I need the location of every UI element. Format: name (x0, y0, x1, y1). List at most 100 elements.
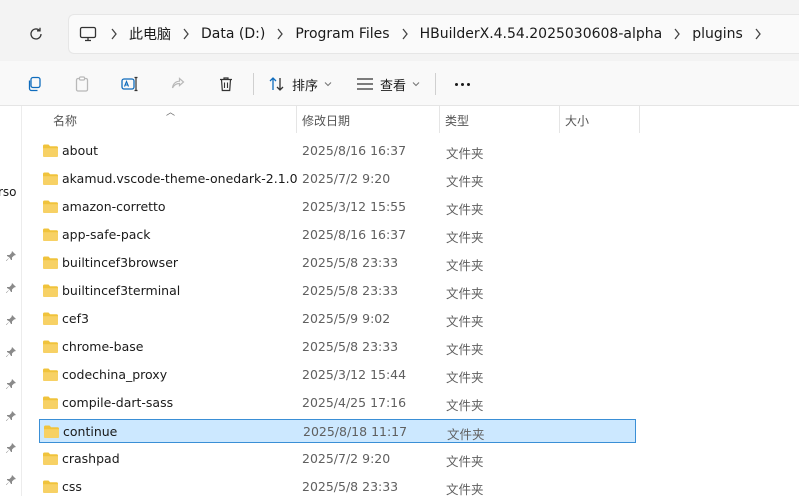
paste-button[interactable] (68, 70, 96, 98)
file-modified-date: 2025/3/12 15:55 (302, 199, 407, 214)
chevron-right-icon[interactable] (662, 24, 692, 44)
navigation-pane[interactable]: rso (0, 106, 22, 496)
chevron-right-icon[interactable] (171, 24, 201, 44)
folder-icon (43, 144, 58, 157)
breadcrumb-item-this-pc[interactable]: 此电脑 (129, 24, 171, 44)
file-type: 文件夹 (447, 427, 485, 442)
toolbar-divider (435, 73, 436, 95)
pin-icon[interactable] (5, 410, 17, 422)
pin-icon[interactable] (5, 346, 17, 358)
trash-icon (220, 77, 232, 92)
table-row[interactable]: crashpad 2025/7/2 9:20 文件夹 (39, 447, 636, 471)
folder-icon (43, 200, 58, 213)
table-row[interactable]: builtincef3terminal 2025/5/8 23:33 文件夹 (39, 279, 636, 303)
column-header-type[interactable]: 类型 (445, 112, 469, 129)
file-modified-date: 2025/5/8 23:33 (302, 339, 399, 354)
file-type: 文件夹 (446, 146, 484, 161)
file-name: amazon-corretto (62, 199, 166, 214)
file-modified-date: 2025/4/25 17:16 (302, 395, 407, 410)
file-modified-date: 2025/5/8 23:33 (302, 479, 399, 494)
chevron-right-icon[interactable] (390, 24, 420, 44)
file-type: 文件夹 (446, 342, 484, 357)
nav-item-label[interactable]: rso (0, 185, 17, 199)
file-type: 文件夹 (446, 174, 484, 189)
file-name: continue (63, 424, 118, 439)
pin-icon[interactable] (5, 378, 17, 390)
breadcrumb-item-program-files[interactable]: Program Files (295, 26, 389, 42)
rename-icon (121, 76, 138, 92)
breadcrumb-item-hbuilderx[interactable]: HBuilderX.4.54.2025030608-alpha (420, 26, 663, 42)
folder-icon (43, 284, 58, 297)
table-row[interactable]: css 2025/5/8 23:33 文件夹 (39, 475, 636, 496)
share-icon (171, 77, 185, 89)
file-type: 文件夹 (446, 398, 484, 413)
table-row[interactable]: akamud.vscode-theme-onedark-2.1.0 2025/7/… (39, 167, 636, 191)
file-modified-date: 2025/3/12 15:44 (302, 367, 407, 382)
view-list-icon (357, 78, 373, 90)
address-bar-area: 此电脑 Data (D:) Program Files HBuilderX.4.… (0, 0, 799, 61)
table-row[interactable]: codechina_proxy 2025/3/12 15:44 文件夹 (39, 363, 636, 387)
folder-icon (43, 228, 58, 241)
table-row-selected[interactable]: continue 2025/8/18 11:17 文件夹 (39, 419, 636, 443)
file-modified-date: 2025/5/9 9:02 (302, 311, 391, 326)
file-name: crashpad (62, 451, 120, 466)
table-row[interactable]: chrome-base 2025/5/8 23:33 文件夹 (39, 335, 636, 359)
refresh-icon (30, 27, 42, 40)
sort-label: 排序 (292, 78, 319, 94)
column-header-name[interactable]: 名称 (53, 112, 77, 129)
pin-icon[interactable] (5, 474, 17, 486)
file-list[interactable]: ︿ 名称 修改日期 类型 大小 about 2025/8/16 16:37 文件夹 a… (22, 106, 799, 496)
table-row[interactable]: compile-dart-sass 2025/4/25 17:16 文件夹 (39, 391, 636, 415)
file-name: chrome-base (62, 339, 144, 354)
table-row[interactable]: amazon-corretto 2025/3/12 15:55 文件夹 (39, 195, 636, 219)
file-type: 文件夹 (446, 370, 484, 385)
rename-button[interactable] (116, 70, 144, 98)
pin-icon[interactable] (5, 250, 17, 262)
file-name: codechina_proxy (62, 367, 168, 382)
pin-icon[interactable] (5, 442, 17, 454)
breadcrumb-item-data-drive[interactable]: Data (D:) (201, 26, 265, 42)
chevron-right-icon[interactable] (265, 24, 295, 44)
breadcrumb[interactable]: 此电脑 Data (D:) Program Files HBuilderX.4.… (68, 14, 799, 54)
file-modified-date: 2025/5/8 23:33 (302, 255, 399, 270)
file-modified-date: 2025/5/8 23:33 (302, 283, 399, 298)
chevron-right-icon[interactable] (99, 24, 129, 44)
table-row[interactable]: cef3 2025/5/9 9:02 文件夹 (39, 307, 636, 331)
file-name: about (62, 143, 99, 158)
folder-icon (43, 452, 58, 465)
copy-button[interactable] (20, 70, 48, 98)
column-separator[interactable] (439, 106, 440, 133)
file-type: 文件夹 (446, 482, 484, 496)
table-row[interactable]: app-safe-pack 2025/8/16 16:37 文件夹 (39, 223, 636, 247)
pin-icon[interactable] (5, 314, 17, 326)
folder-icon (43, 396, 58, 409)
column-separator[interactable] (296, 106, 297, 133)
table-row[interactable]: builtincef3browser 2025/5/8 23:33 文件夹 (39, 251, 636, 275)
file-type: 文件夹 (446, 230, 484, 245)
more-dot (454, 82, 458, 86)
column-separator[interactable] (559, 106, 560, 133)
chevron-down-icon (412, 82, 420, 87)
column-header-modified[interactable]: 修改日期 (302, 112, 350, 129)
file-type: 文件夹 (446, 286, 484, 301)
share-button[interactable] (164, 70, 192, 98)
this-pc-icon[interactable] (77, 23, 99, 45)
file-name: builtincef3terminal (62, 283, 181, 298)
file-name: css (62, 479, 82, 494)
sort-ascending-icon: ︿ (166, 108, 176, 118)
column-header-size[interactable]: 大小 (565, 112, 589, 129)
file-modified-date: 2025/7/2 9:20 (302, 171, 391, 186)
breadcrumb-item-plugins[interactable]: plugins (692, 26, 743, 42)
column-separator[interactable] (639, 106, 640, 133)
folder-icon (43, 480, 58, 493)
delete-button[interactable] (212, 70, 240, 98)
folder-icon (43, 172, 58, 185)
chevron-right-icon[interactable] (743, 24, 773, 44)
view-button[interactable]: 查看 (356, 70, 420, 98)
more-options-button[interactable] (448, 70, 476, 98)
table-row[interactable]: about 2025/8/16 16:37 文件夹 (39, 139, 636, 163)
pin-icon[interactable] (5, 282, 17, 294)
more-dot (466, 82, 470, 86)
refresh-button[interactable] (22, 20, 50, 48)
sort-button[interactable]: 排序 (268, 70, 332, 98)
